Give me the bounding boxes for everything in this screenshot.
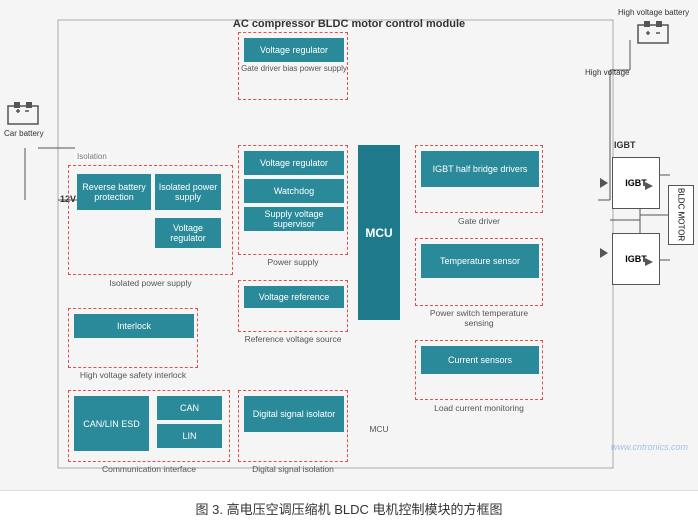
canlin-esd-block: CAN/LIN ESD — [74, 396, 149, 451]
current-sensors-block: Current sensors — [421, 346, 539, 374]
interlock-dashed: Interlock — [68, 308, 198, 368]
power-switch-temp-label: Power switch temperature sensing — [415, 308, 543, 328]
igbt-half-bridge-block: IGBT half bridge drivers — [421, 151, 539, 187]
igbt-top-box: IGBT — [612, 157, 660, 209]
isolated-power-supply-dashed: Reverse battery protection Isolated powe… — [68, 165, 233, 275]
voltage-reference-block: Voltage reference — [244, 286, 344, 308]
car-battery-area: Car battery — [4, 100, 44, 138]
car-battery-label: Car battery — [4, 129, 44, 138]
load-current-label: Load current monitoring — [415, 403, 543, 413]
high-voltage-safety-label: High voltage safety interlock — [68, 370, 198, 380]
temperature-sensor-block: Temperature sensor — [421, 244, 539, 278]
high-voltage-label: High voltage — [585, 68, 629, 77]
high-voltage-battery-icon — [636, 19, 672, 47]
digital-signal-isolation-label: Digital signal isolation — [238, 464, 348, 474]
high-voltage-battery-label: High voltage battery — [618, 8, 689, 17]
watermark: www.cntronics.com — [611, 442, 688, 452]
caption-text: 图 3. 高电压空调压缩机 BLDC 电机控制模块的方框图 — [196, 499, 503, 518]
temperature-dashed: Temperature sensor — [415, 238, 543, 306]
top-center-dashed: Voltage regulator Gate driver bias power… — [238, 32, 348, 100]
bldc-motor-box: BLDC MOTOR — [668, 185, 694, 245]
voltage-regulator-top-block: Voltage regulator — [244, 38, 344, 62]
isolated-power-supply-block: Isolated power supply — [155, 174, 221, 210]
reverse-battery-block: Reverse battery protection — [77, 174, 151, 210]
voltage-reference-dashed: Voltage reference — [238, 280, 348, 332]
comm-interface-dashed: CAN/LIN ESD CAN LIN — [68, 390, 230, 462]
power-supply-dashed: Voltage regulator Watchdog Supply voltag… — [238, 145, 348, 255]
voltage-regulator-mid-block: Voltage regulator — [244, 151, 344, 175]
diagram-title: AC compressor BLDC motor control module — [0, 18, 698, 30]
supply-voltage-block: Supply voltage supervisor — [244, 207, 344, 231]
diagram-container: AC compressor BLDC motor control module … — [0, 0, 698, 490]
mcu-big-block: MCU — [358, 145, 400, 320]
interlock-block: Interlock — [74, 314, 194, 338]
isolated-power-label: Isolated power supply — [68, 278, 233, 288]
comm-interface-label: Communication interface — [68, 464, 230, 474]
lin-block: LIN — [157, 424, 222, 448]
igbt-label: IGBT — [614, 140, 636, 150]
igbt-drivers-dashed: IGBT half bridge drivers — [415, 145, 543, 213]
reference-voltage-label: Reference voltage source — [238, 334, 348, 344]
car-battery-icon — [6, 100, 42, 128]
digital-signal-block: Digital signal isolator — [244, 396, 344, 432]
mcu-small-label: MCU — [358, 424, 400, 434]
igbt-bottom-box: IGBT — [612, 233, 660, 285]
voltage-regulator-small-block: Voltage regulator — [155, 218, 221, 248]
caption-bar: 图 3. 高电压空调压缩机 BLDC 电机控制模块的方框图 — [0, 490, 698, 526]
gate-driver-label: Gate driver — [415, 216, 543, 226]
gate-driver-bias-label: Gate driver bias power supply — [239, 64, 349, 73]
isolation-label-1: Isolation — [75, 152, 109, 161]
can-block: CAN — [157, 396, 222, 420]
high-voltage-battery-area: High voltage battery — [618, 8, 689, 50]
power-supply-label: Power supply — [238, 257, 348, 267]
watchdog-block: Watchdog — [244, 179, 344, 203]
digital-signal-dashed: Digital signal isolator — [238, 390, 348, 462]
current-sensors-dashed: Current sensors — [415, 340, 543, 400]
